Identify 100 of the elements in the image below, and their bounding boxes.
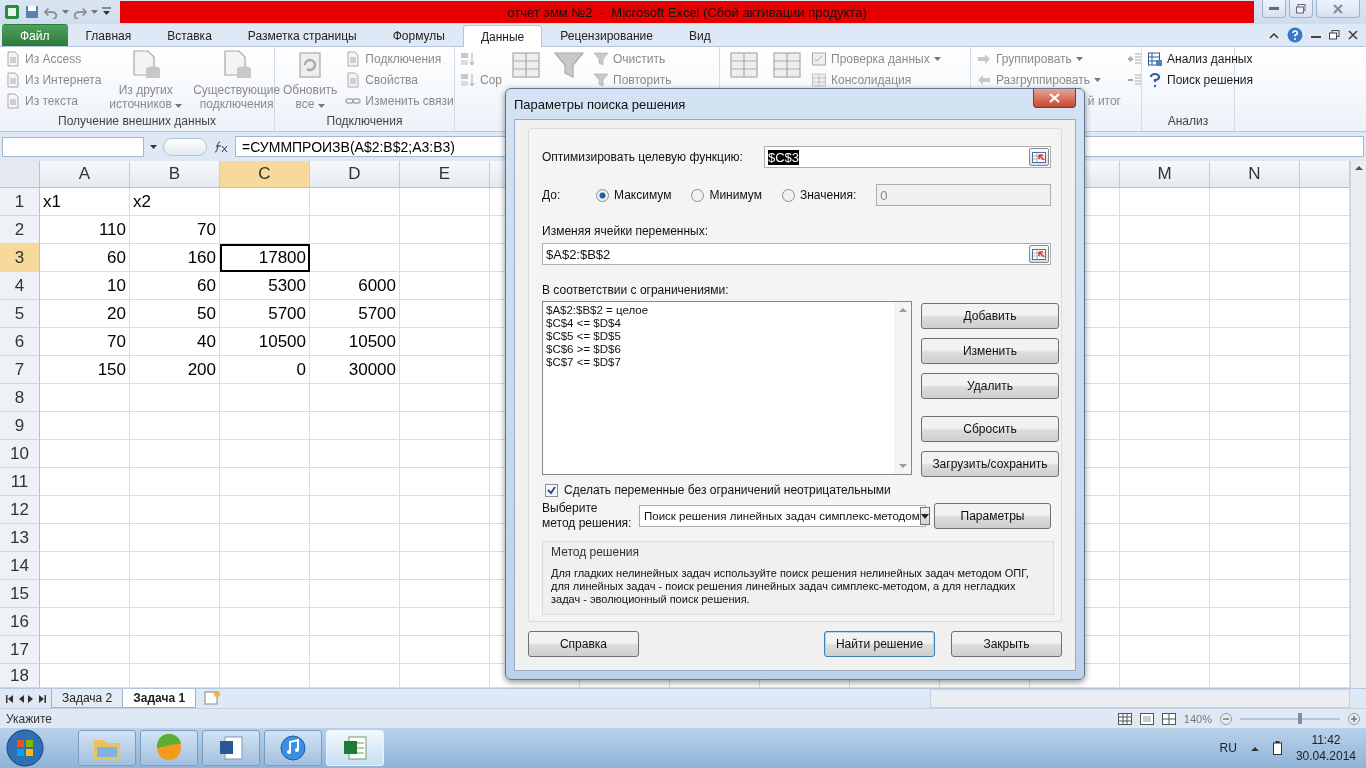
column-header[interactable]: N <box>1210 161 1300 188</box>
radio-button[interactable] <box>691 188 705 202</box>
table-cell[interactable] <box>1210 356 1300 384</box>
name-box[interactable] <box>2 136 144 157</box>
ribbon-tab[interactable]: Формулы <box>374 24 463 46</box>
close-icon[interactable] <box>1348 30 1358 40</box>
table-cell[interactable] <box>220 468 310 496</box>
zoom-slider[interactable] <box>1298 712 1302 724</box>
table-cell[interactable] <box>130 384 220 412</box>
collapse-ribbon-icon[interactable] <box>1269 31 1279 39</box>
table-cell[interactable] <box>40 580 130 608</box>
table-cell[interactable] <box>1120 412 1210 440</box>
table-cell[interactable] <box>1210 552 1300 580</box>
sheet-last-icon[interactable] <box>39 694 46 703</box>
table-cell[interactable] <box>1120 272 1210 300</box>
table-cell[interactable] <box>220 580 310 608</box>
column-header[interactable]: A <box>40 161 130 188</box>
table-cell[interactable] <box>1210 244 1300 272</box>
table-cell[interactable] <box>1120 244 1210 272</box>
show-hidden-icon[interactable] <box>1250 745 1259 751</box>
table-cell[interactable] <box>1210 580 1300 608</box>
row-header[interactable]: 4 <box>0 272 40 300</box>
function-icon[interactable] <box>213 140 229 153</box>
table-cell[interactable] <box>1120 356 1210 384</box>
table-cell[interactable] <box>400 412 490 440</box>
table-cell[interactable] <box>400 300 490 328</box>
row-header[interactable]: 14 <box>0 552 40 580</box>
taskbar-button[interactable] <box>264 730 322 766</box>
table-cell[interactable]: 10 <box>40 272 130 300</box>
table-cell[interactable] <box>310 496 400 524</box>
table-cell[interactable] <box>40 440 130 468</box>
radio-button[interactable] <box>596 188 609 202</box>
table-cell[interactable] <box>400 356 490 384</box>
column-header[interactable]: B <box>130 161 220 188</box>
row-header[interactable]: 15 <box>0 580 40 608</box>
table-cell[interactable] <box>1210 468 1300 496</box>
table-cell[interactable] <box>310 468 400 496</box>
table-cell[interactable] <box>1120 300 1210 328</box>
table-cell[interactable] <box>130 580 220 608</box>
table-cell[interactable] <box>400 440 490 468</box>
row-header[interactable]: 1 <box>0 188 40 216</box>
ribbon-tab[interactable]: Вид <box>670 24 729 46</box>
table-cell[interactable] <box>220 496 310 524</box>
constraint-item[interactable]: $C$6 >= $D$6 <box>546 343 621 356</box>
table-cell[interactable]: 70 <box>40 328 130 356</box>
table-cell[interactable] <box>220 412 310 440</box>
table-cell[interactable] <box>40 636 130 664</box>
column-header[interactable]: D <box>310 161 400 188</box>
table-cell[interactable] <box>310 552 400 580</box>
customize-icon[interactable] <box>102 6 111 18</box>
table-cell[interactable] <box>310 636 400 664</box>
table-cell[interactable] <box>40 412 130 440</box>
ribbon-tab[interactable]: Файл <box>2 24 68 46</box>
table-cell[interactable]: 30000 <box>310 356 400 384</box>
radio-label[interactable]: Значения: <box>799 188 857 202</box>
sheet-next-icon[interactable] <box>28 694 35 703</box>
restore-button[interactable] <box>1289 0 1313 18</box>
sheet-first-icon[interactable] <box>6 694 13 703</box>
table-cell[interactable] <box>220 608 310 636</box>
dialog-button[interactable]: Добавить <box>921 303 1059 329</box>
table-cell[interactable]: 5700 <box>310 300 400 328</box>
reference-button[interactable] <box>1029 245 1049 263</box>
sheet-tab[interactable]: Задача 1 <box>122 689 197 708</box>
scrollbar[interactable] <box>1350 161 1366 688</box>
table-cell[interactable] <box>1120 636 1210 664</box>
language-indicator[interactable]: RU <box>1219 741 1237 755</box>
table-cell[interactable] <box>1210 384 1300 412</box>
table-cell[interactable] <box>400 580 490 608</box>
row-header[interactable]: 17 <box>0 636 40 664</box>
table-cell[interactable] <box>1120 188 1210 216</box>
table-cell[interactable] <box>400 272 490 300</box>
redo-icon[interactable] <box>73 5 87 19</box>
table-cell[interactable] <box>40 496 130 524</box>
sheet-prev-icon[interactable] <box>17 694 24 703</box>
table-cell[interactable] <box>220 216 310 244</box>
table-cell[interactable] <box>130 412 220 440</box>
table-cell[interactable] <box>400 244 490 272</box>
zoom-out-icon[interactable] <box>1220 712 1232 725</box>
table-cell[interactable] <box>400 552 490 580</box>
table-cell[interactable] <box>1120 524 1210 552</box>
table-cell[interactable] <box>40 468 130 496</box>
dialog-button[interactable]: Справка <box>528 631 639 657</box>
battery-icon[interactable] <box>1272 741 1282 755</box>
save-icon[interactable] <box>24 4 40 20</box>
table-cell[interactable] <box>400 188 490 216</box>
table-cell[interactable] <box>1120 608 1210 636</box>
row-header[interactable]: 2 <box>0 216 40 244</box>
table-cell[interactable]: 150 <box>40 356 130 384</box>
table-cell[interactable] <box>1120 216 1210 244</box>
table-cell[interactable] <box>400 636 490 664</box>
ribbon-tab[interactable]: Данные <box>462 25 543 47</box>
table-cell[interactable] <box>310 244 400 272</box>
table-cell[interactable] <box>1210 608 1300 636</box>
page-layout-icon[interactable] <box>1139 712 1154 725</box>
ribbon-tab[interactable]: Вставка <box>149 24 230 46</box>
table-cell[interactable] <box>400 468 490 496</box>
table-cell[interactable]: 5300 <box>220 272 310 300</box>
close-button[interactable] <box>1033 89 1076 108</box>
table-cell[interactable] <box>1120 440 1210 468</box>
table-cell[interactable] <box>1210 216 1300 244</box>
